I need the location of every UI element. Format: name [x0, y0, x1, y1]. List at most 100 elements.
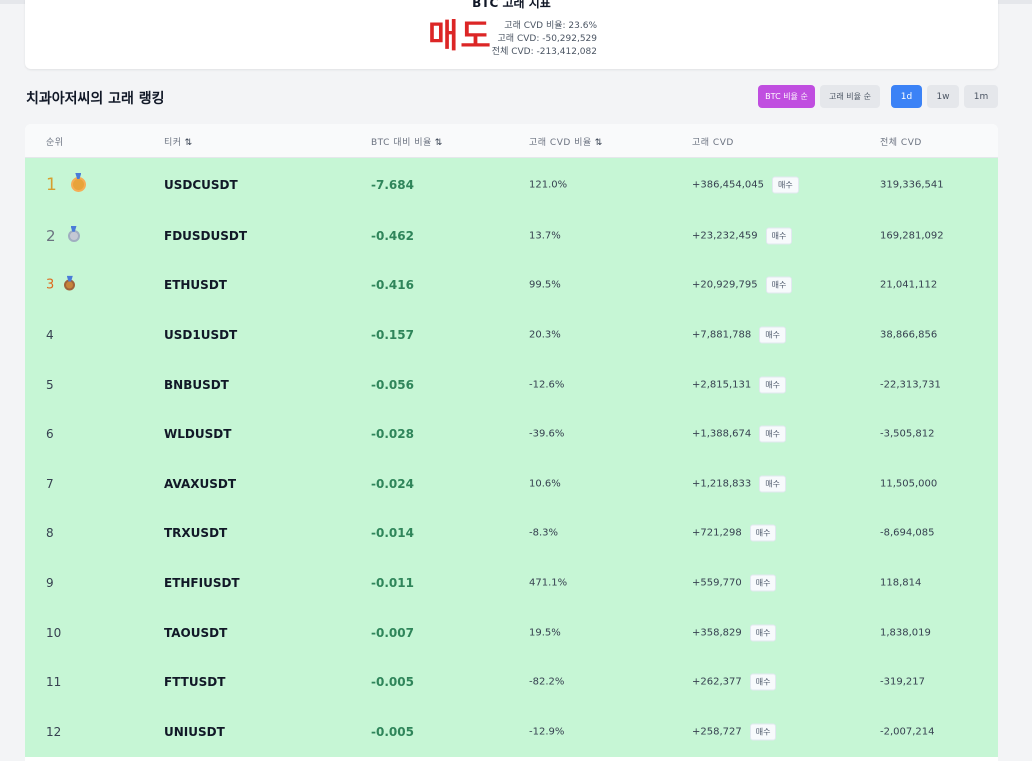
whale-ratio-cell: 121.0%	[529, 179, 568, 190]
buy-badge: 매수	[759, 376, 787, 394]
btc-ratio-cell: -0.005	[371, 724, 414, 739]
rank-cell: 9	[46, 576, 54, 590]
table-row[interactable]: 2 FDUSDUSDT -0.462 13.7% +23,232,459 매수 169,28…	[25, 211, 998, 261]
table-row[interactable]: 10 TAOUSDT -0.007 19.5% +358,829 매수 1,838,019	[25, 607, 998, 658]
btc-ratio-cell: -0.024	[371, 476, 414, 491]
whale-ratio-cell: 10.6%	[529, 478, 561, 490]
table-header: 순위 티커 ⇅ BTC 대비 비율 ⇅ 고래 CVD 비율 ⇅ 고래 CVD 전체 C…	[25, 124, 998, 158]
period-1d-button[interactable]: 1d	[891, 85, 922, 108]
btc-ratio-cell: -0.056	[371, 377, 414, 392]
rank-cell: 2	[46, 227, 80, 245]
whale-cvd-value: +1,218,833	[692, 478, 752, 490]
rank-cell: 8	[46, 526, 54, 540]
header-whale-cvd: 고래 CVD	[692, 138, 734, 148]
rank-number: 5	[46, 377, 54, 392]
table-row[interactable]: 4 USD1USDT -0.157 20.3% +7,881,788 매수 38,866,8…	[25, 310, 998, 360]
whale-cvd-cell: +1,218,833 매수	[692, 475, 787, 493]
rank-number: 8	[46, 526, 54, 541]
table-row[interactable]: 9 ETHFIUSDT -0.011 471.1% +559,770 매수 118,814	[25, 558, 998, 608]
whale-cvd-cell: +258,727 매수	[692, 723, 777, 741]
whale-cvd-value: +358,829	[692, 627, 742, 639]
rank-number: 9	[46, 575, 54, 590]
ticker-cell: WLDUSDT	[164, 427, 232, 442]
buy-badge: 매수	[749, 524, 777, 542]
whale-ratio-cell: -12.9%	[529, 726, 565, 738]
whale-cvd-value: +386,454,045	[692, 179, 764, 190]
header-btc-ratio-label: BTC 대비 비율	[371, 138, 432, 148]
sort-arrows-icon[interactable]: ⇅	[185, 138, 193, 148]
ticker-cell: TRXUSDT	[164, 526, 228, 541]
whale-ratio-cell: -82.2%	[529, 676, 565, 688]
ticker-cell: USDCUSDT	[164, 177, 238, 192]
table-row[interactable]: 8 TRXUSDT -0.014 -8.3% +721,298 매수 -8,694,085	[25, 508, 998, 559]
rank-number: 7	[46, 476, 54, 491]
btc-ratio-cell: -0.462	[371, 228, 414, 243]
period-1w-button[interactable]: 1w	[927, 85, 959, 108]
ticker-cell: FDUSDUSDT	[164, 228, 248, 243]
period-1m-button[interactable]: 1m	[964, 85, 998, 108]
header-whale-ratio[interactable]: 고래 CVD 비율 ⇅	[529, 135, 603, 148]
table-row[interactable]: 5 BNBUSDT -0.056 -12.6% +2,815,131 매수 -22,313,…	[25, 359, 998, 410]
header-total-cvd: 전체 CVD	[880, 138, 922, 148]
buy-badge: 매수	[765, 276, 793, 294]
whale-cvd-cell: +386,454,045 매수	[692, 176, 799, 193]
total-cvd-cell: 11,505,000	[880, 478, 938, 490]
silver-medal-icon	[67, 229, 80, 242]
rank-cell: 12	[46, 725, 61, 739]
table-row[interactable]: 1 USDCUSDT -7.684 121.0% +386,454,045 매수 319,3…	[25, 158, 998, 211]
sort-arrows-icon[interactable]: ⇅	[595, 138, 603, 148]
ranking-title: 치과아저씨의 고래 랭킹	[26, 91, 165, 107]
bronze-medal-icon	[64, 279, 76, 291]
buy-badge: 매수	[759, 326, 787, 344]
whale-cvd-cell: +1,388,674 매수	[692, 425, 787, 443]
buy-badge: 매수	[749, 723, 777, 741]
total-cvd-cell: -319,217	[880, 676, 925, 688]
table-row[interactable]: 7 AVAXUSDT -0.024 10.6% +1,218,833 매수 11,505,0…	[25, 458, 998, 509]
rank-number: 10	[46, 625, 62, 640]
whale-cvd-cell: +262,377 매수	[692, 673, 777, 691]
whale-cvd-cell: +358,829 매수	[692, 624, 777, 642]
buy-badge: 매수	[759, 425, 787, 443]
whale-ratio-cell: 19.5%	[529, 627, 561, 639]
whale-cvd-value: +20,929,795	[692, 279, 758, 291]
rank-number: 2	[46, 226, 56, 245]
total-cvd-cell: 38,866,856	[880, 329, 938, 341]
whale-cvd-ratio: 고래 CVD 비율: 23.6%	[504, 21, 597, 31]
sort-whale-ratio-button[interactable]: 고래 비율 순	[820, 85, 880, 108]
header-ticker[interactable]: 티커 ⇅	[164, 135, 193, 148]
whale-cvd-cell: +2,815,131 매수	[692, 376, 787, 394]
table-row[interactable]: 12 UNIUSDT -0.005 -12.9% +258,727 매수 -2,007,21…	[25, 706, 998, 757]
header-ticker-label: 티커	[164, 138, 182, 148]
buy-badge: 매수	[772, 176, 799, 193]
btc-ratio-cell: -0.157	[371, 327, 414, 342]
whale-cvd-value: +7,881,788	[692, 329, 752, 341]
whale-ratio-cell: -12.6%	[529, 379, 565, 391]
sort-arrows-icon[interactable]: ⇅	[435, 138, 443, 148]
buy-badge: 매수	[759, 475, 787, 493]
total-cvd-cell: -3,505,812	[880, 428, 935, 440]
total-cvd-cell: -2,007,214	[880, 726, 935, 738]
rank-cell: 10	[46, 626, 61, 640]
table-row[interactable]: 6 WLDUSDT -0.028 -39.6% +1,388,674 매수 -3,505,8…	[25, 409, 998, 459]
table-row[interactable]: 11 FTTUSDT -0.005 -82.2% +262,377 매수 -319,217	[25, 657, 998, 707]
sort-btc-ratio-button[interactable]: BTC 비율 순	[758, 85, 815, 108]
rank-cell: 1	[46, 175, 86, 195]
whale-cvd-value: +23,232,459	[692, 230, 758, 242]
whale-cvd-cell: +559,770 매수	[692, 574, 777, 592]
indicator-signal: 매도	[428, 16, 493, 55]
indicator-title: BTC 고래 지표	[472, 0, 551, 10]
whale-cvd-value: +2,815,131	[692, 379, 752, 391]
total-cvd: 전체 CVD: -213,412,082	[491, 47, 597, 57]
btc-ratio-cell: -0.007	[371, 625, 414, 640]
whale-cvd: 고래 CVD: -50,292,529	[497, 34, 597, 44]
rank-number: 3	[46, 277, 55, 293]
total-cvd-cell: 169,281,092	[880, 230, 944, 242]
whale-cvd-cell: +20,929,795 매수	[692, 276, 793, 294]
ticker-cell: ETHFIUSDT	[164, 575, 240, 590]
rank-number: 4	[46, 327, 54, 342]
table-row[interactable]: 3 ETHUSDT -0.416 99.5% +20,929,795 매수 21,041,1…	[25, 260, 998, 311]
rank-number: 12	[46, 724, 62, 739]
header-btc-ratio[interactable]: BTC 대비 비율 ⇅	[371, 135, 443, 148]
header-whale-ratio-label: 고래 CVD 비율	[529, 138, 592, 148]
total-cvd-cell: 21,041,112	[880, 279, 938, 291]
